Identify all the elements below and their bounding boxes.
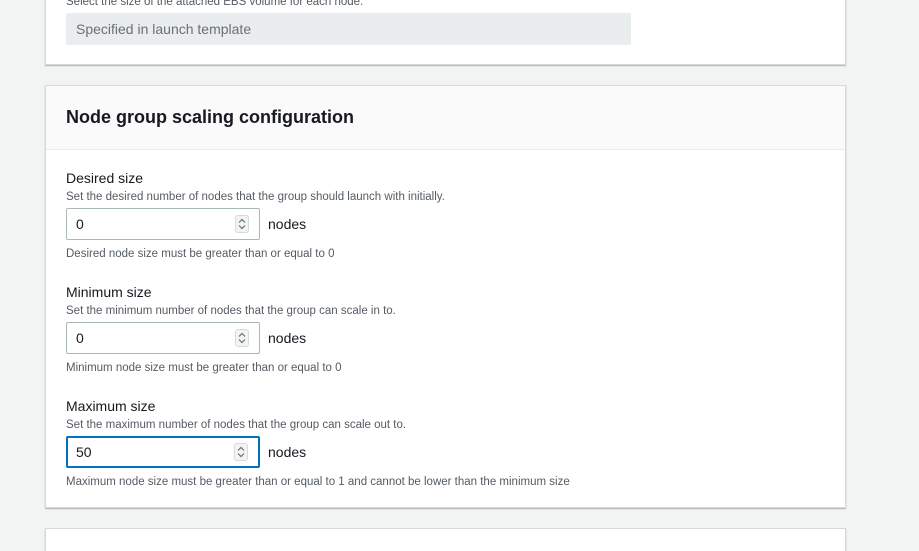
page: Select the size of the attached EBS volu… (0, 0, 919, 551)
desired-size-label: Desired size (66, 170, 144, 186)
volume-size-panel: Select the size of the attached EBS volu… (45, 0, 846, 65)
desired-size-input[interactable]: 0 (66, 208, 260, 240)
desired-size-constraint: Desired node size must be greater than o… (66, 248, 335, 260)
desired-size-description: Set the desired number of nodes that the… (66, 191, 445, 203)
minimum-size-value: 0 (76, 330, 84, 346)
up-down-chevron-icon[interactable] (235, 329, 249, 347)
maximum-size-field: Maximum size Set the maximum number of n… (66, 397, 570, 490)
maximum-size-input[interactable]: 50 (66, 436, 260, 468)
maximum-size-value: 50 (76, 444, 92, 460)
minimum-size-input-row: 0 nodes (66, 322, 396, 354)
minimum-size-description: Set the minimum number of nodes that the… (66, 305, 396, 317)
minimum-size-label: Minimum size (66, 284, 152, 300)
panel-title: Node group scaling configuration (66, 107, 354, 127)
maximum-size-label: Maximum size (66, 398, 156, 414)
desired-size-field: Desired size Set the desired number of n… (66, 169, 445, 262)
minimum-size-field: Minimum size Set the minimum number of n… (66, 283, 396, 376)
desired-size-value: 0 (76, 216, 84, 232)
maximum-size-unit: nodes (268, 444, 307, 460)
up-down-chevron-icon[interactable] (234, 443, 248, 461)
volume-size-description: Select the size of the attached EBS volu… (66, 0, 364, 8)
panel-header: Node group scaling configuration (46, 86, 845, 150)
maximum-size-description: Set the maximum number of nodes that the… (66, 419, 407, 431)
desired-size-unit: nodes (268, 216, 307, 232)
maximum-size-constraint: Maximum node size must be greater than o… (66, 476, 570, 488)
next-panel (45, 528, 846, 551)
desired-size-input-row: 0 nodes (66, 208, 445, 240)
volume-size-field: Specified in launch template (66, 13, 631, 45)
scaling-config-panel: Node group scaling configuration Desired… (45, 85, 846, 508)
minimum-size-unit: nodes (268, 330, 307, 346)
minimum-size-input[interactable]: 0 (66, 322, 260, 354)
minimum-size-constraint: Minimum node size must be greater than o… (66, 362, 342, 374)
maximum-size-input-row: 50 nodes (66, 436, 570, 468)
up-down-chevron-icon[interactable] (235, 215, 249, 233)
